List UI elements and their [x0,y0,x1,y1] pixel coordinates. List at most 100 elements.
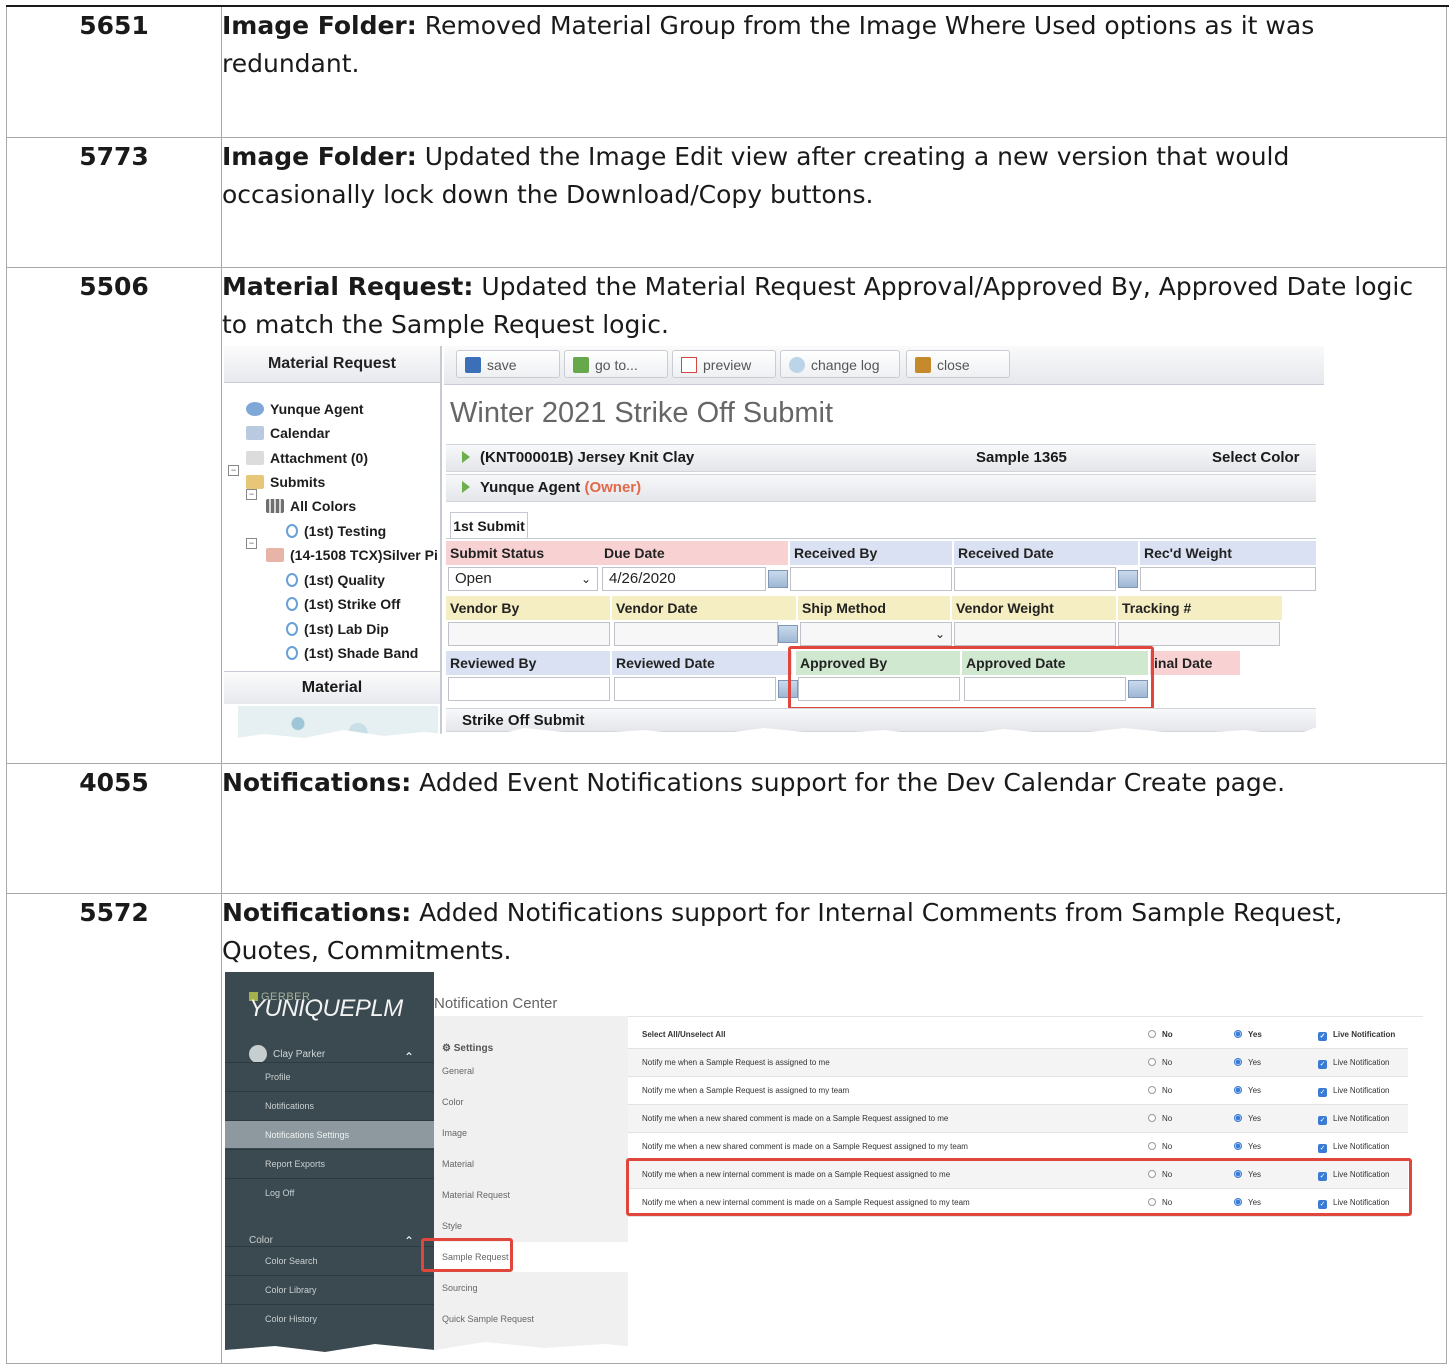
issue-area: Material Request: [222,271,474,301]
table-row: 5572 Notifications: Added Notifications … [6,892,1447,1364]
field-label: Ship Method [798,595,950,620]
vendor-by-field[interactable] [448,621,610,646]
field-label: Vendor Weight [952,595,1116,620]
change-log-button[interactable]: change log [780,349,900,378]
recd-weight-field[interactable] [1140,566,1316,591]
collapse-icon[interactable]: − [246,488,257,500]
sidebar-item-notifications[interactable]: Notifications [225,1090,434,1119]
table-row: 4055 Notifications: Added Event Notifica… [6,762,1447,894]
sidebar-item-color-library[interactable]: Color Library [225,1274,434,1303]
no-radio[interactable]: No [1148,1105,1172,1132]
notification-option-label: Notify me when a Sample Request is assig… [642,1085,850,1095]
sidebar-item-log-off[interactable]: Log Off [225,1177,434,1206]
reviewed-by-field[interactable] [448,676,610,701]
highlight-box [421,1237,513,1272]
received-by-field[interactable] [790,566,952,591]
table-row: Notify me when a new shared comment is m… [628,1133,1408,1161]
issue-text: Added Event Notifications support for th… [411,767,1286,797]
notification-option-label: Notify me when a new shared comment is m… [642,1113,949,1123]
field-label: Vendor By [446,595,610,620]
live-notification-checkbox[interactable]: ✓ Live Notification [1318,1133,1389,1160]
table-row: Notify me when a new shared comment is m… [628,1104,1408,1133]
live-notification-checkbox[interactable]: ✓ Live Notification [1318,1077,1389,1104]
collapse-icon[interactable]: − [246,537,257,549]
preview-button[interactable]: preview [672,349,776,378]
tab-1st-submit[interactable]: 1st Submit [450,511,528,539]
field-label: Received By [790,540,952,565]
calendar-icon [246,425,264,440]
avatar [249,1044,267,1063]
issue-description: Image Folder: Removed Material Group fro… [221,7,1447,138]
issue-number: 5651 [6,7,222,138]
yes-radio[interactable]: Yes [1234,1049,1261,1076]
left-panel: Material Request Yunque Agent Calendar A… [224,345,442,750]
menu-item-material[interactable]: Material [434,1149,628,1179]
tracking-field[interactable] [1118,621,1280,646]
select-all-label: Select All/Unselect All [642,1029,726,1039]
tree-item[interactable]: (1st) Shade Band [286,634,418,672]
menu-item-general[interactable]: General [434,1056,628,1086]
issue-number: 5773 [6,136,222,268]
live-notification-checkbox[interactable]: ✓ Live Notification [1318,1105,1389,1132]
history-icon [789,356,805,373]
sample-number: Sample 1365 [976,448,1067,466]
floppy-icon [465,356,481,373]
calendar-icon[interactable] [1118,569,1138,588]
field-label: Vendor Date [612,595,796,620]
calendar-icon[interactable] [778,624,798,643]
yes-radio[interactable]: Yes [1234,1105,1261,1132]
yes-radio[interactable]: Yes [1234,1021,1262,1048]
agent-bar[interactable]: Yunque Agent (Owner) [446,473,1316,502]
panel-title: Material Request [224,345,440,383]
close-button[interactable]: close [906,349,1010,378]
submit-status-select[interactable]: Open ⌄ [448,566,598,591]
color-swatch-icon [266,547,284,562]
sidebar-item-report-exports[interactable]: Report Exports [225,1148,434,1177]
goto-button[interactable]: go to... [564,349,668,378]
expand-arrow-icon [462,450,470,463]
table-row: 5773 Image Folder: Updated the Image Edi… [6,136,1447,268]
notification-option-label: Notify me when a new shared comment is m… [642,1141,968,1151]
material-bar[interactable]: (KNT00001B) Jersey Knit Clay Sample 1365 S… [446,443,1316,472]
main-panel: save go to... preview change log close W… [444,345,1324,750]
chevron-down-icon: ⌄ [580,571,591,586]
sidebar-item-color-search[interactable]: Color Search [225,1245,434,1274]
yes-radio[interactable]: Yes [1234,1133,1261,1160]
vendor-weight-field[interactable] [954,621,1116,646]
no-radio[interactable]: No [1148,1049,1172,1076]
due-date-field[interactable]: 4/26/2020 [602,566,766,591]
menu-item-color[interactable]: Color [434,1087,628,1117]
torn-edge [224,723,1324,750]
live-notification-checkbox[interactable]: ✓ Live Notification [1318,1049,1389,1076]
issue-description: Notifications: Added Notifications suppo… [221,892,1447,1364]
ship-method-select[interactable]: ⌄ [800,621,952,646]
table-row: Notify me when a Sample Request is assig… [628,1077,1408,1105]
vendor-date-field[interactable] [614,621,778,646]
live-notification-checkbox[interactable]: ✓ Live Notification [1318,1021,1395,1048]
collapse-icon[interactable]: − [228,464,239,476]
brand-logo: YUNIQUEPLM [249,994,403,1022]
torn-edge [225,1339,1423,1358]
menu-item-image[interactable]: Image [434,1118,628,1148]
select-color-label[interactable]: Select Color [1212,445,1300,471]
issue-area: Notifications: [222,767,412,797]
field-label: Reviewed Date [612,650,792,675]
issue-description: Notifications: Added Event Notifications… [221,762,1447,894]
calendar-icon[interactable] [768,569,788,588]
field-label: Reviewed By [446,650,610,675]
yes-radio[interactable]: Yes [1234,1077,1261,1104]
menu-item-material-request[interactable]: Material Request [434,1180,628,1210]
no-radio[interactable]: No [1148,1133,1172,1160]
menu-item-sourcing[interactable]: Sourcing [434,1273,628,1303]
received-date-field[interactable] [954,566,1116,591]
notification-center-screenshot: GERBER YUNIQUEPLM Clay Parker ⌃ Profile … [225,971,1423,1358]
pending-icon [286,596,298,611]
reviewed-date-field[interactable] [614,676,776,701]
sidebar-item-notifications-settings[interactable]: Notifications Settings [225,1119,434,1148]
sidebar-item-profile[interactable]: Profile [225,1061,434,1090]
no-radio[interactable]: No [1148,1077,1172,1104]
save-button[interactable]: save [456,349,560,378]
menu-item-style[interactable]: Style [434,1211,628,1241]
folder-icon [246,474,264,489]
no-radio[interactable]: No [1148,1021,1173,1048]
